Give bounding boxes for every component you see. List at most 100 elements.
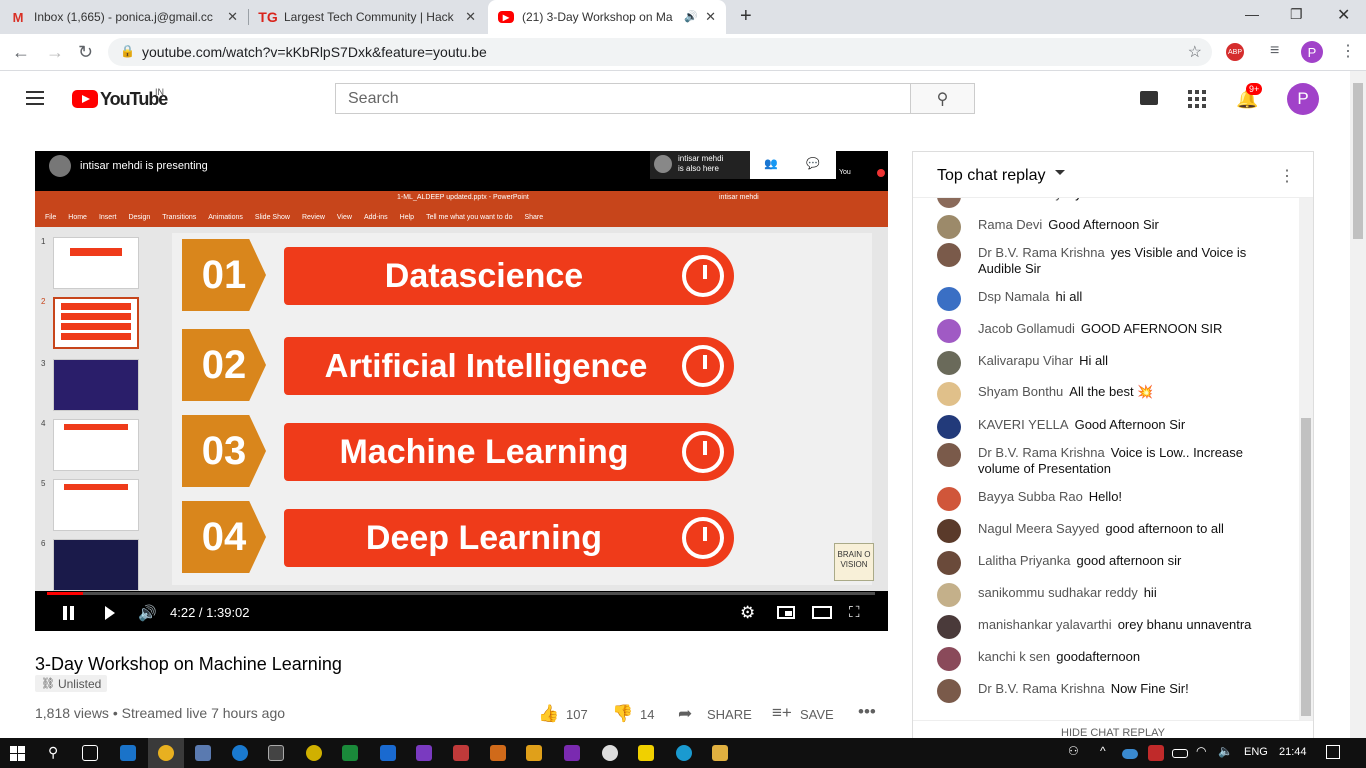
volume-icon[interactable]: 🔊 <box>138 604 157 622</box>
sticky-notes-icon[interactable] <box>638 745 654 761</box>
close-tab-icon[interactable]: ✕ <box>227 9 238 25</box>
chat-author-name[interactable]: manishankar yalavarthi <box>978 617 1112 632</box>
chat-author-name[interactable]: Dr B.V. Rama Krishna <box>978 681 1105 696</box>
share-button[interactable]: SHARE <box>707 707 752 722</box>
bookmark-star-icon[interactable]: ☆ <box>1188 42 1202 62</box>
close-tab-icon[interactable]: ✕ <box>705 9 716 25</box>
chat-author-avatar[interactable] <box>937 382 961 406</box>
ppt-menu-item[interactable]: Tell me what you want to do <box>426 214 512 221</box>
search-icon[interactable]: ⚲ <box>48 744 58 761</box>
maximize-icon[interactable]: ❐ <box>1290 6 1303 23</box>
ppt-menu-item[interactable]: Slide Show <box>255 214 290 221</box>
slide-thumbnail[interactable] <box>53 237 139 289</box>
ppt-menu-item[interactable]: File <box>45 214 56 221</box>
ppt-menu-item[interactable]: Insert <box>99 214 117 221</box>
skype-icon[interactable] <box>676 745 692 761</box>
tab-gmail[interactable]: M Inbox (1,665) - ponica.j@gmail.cc ✕ <box>0 0 248 34</box>
page-scrollbar-thumb[interactable] <box>1353 83 1363 239</box>
onedrive-icon[interactable] <box>1122 749 1138 759</box>
chat-author-name[interactable]: Mohana Sravya <box>978 198 1069 201</box>
share-icon[interactable]: ➦ <box>678 704 692 724</box>
chat-author-avatar[interactable] <box>937 287 961 311</box>
close-tab-icon[interactable]: ✕ <box>465 9 476 25</box>
cmd-icon[interactable] <box>268 745 284 761</box>
url-field[interactable]: 🔒 youtube.com/watch?v=kKbRlpS7Dxk&featur… <box>108 38 1212 66</box>
chat-author-name[interactable]: KAVERI YELLA <box>978 417 1069 432</box>
battery-icon[interactable] <box>1172 749 1188 758</box>
save-playlist-icon[interactable]: ≡+ <box>772 703 792 723</box>
tab-techgig[interactable]: TG Largest Tech Community | Hackat ✕ <box>250 0 486 34</box>
slide-thumbnail-selected[interactable] <box>53 297 139 349</box>
chat-author-name[interactable]: Dsp Namala <box>978 289 1050 304</box>
minimize-icon[interactable]: — <box>1245 6 1259 22</box>
chat-author-avatar[interactable] <box>937 351 961 375</box>
chat-author-name[interactable]: Kalivarapu Vihar <box>978 353 1073 368</box>
chat-author-name[interactable]: Nagul Meera Sayyed <box>978 521 1099 536</box>
azure-icon[interactable] <box>380 745 396 761</box>
chat-author-name[interactable]: sanikommu sudhakar reddy <box>978 585 1138 600</box>
page-scrollbar[interactable] <box>1350 71 1366 738</box>
chat-author-name[interactable]: Dr B.V. Rama Krishna <box>978 245 1105 260</box>
profile-avatar[interactable]: P <box>1301 41 1323 63</box>
ppt-menu-item[interactable]: Transitions <box>162 214 196 221</box>
speaker-icon[interactable]: 🔈 <box>1218 744 1233 758</box>
tray-chevron-up-icon[interactable]: ^ <box>1100 744 1106 758</box>
youtube-logo-icon[interactable] <box>72 90 98 108</box>
chat-author-avatar[interactable] <box>937 215 961 239</box>
chat-author-avatar[interactable] <box>937 487 961 511</box>
dislike-icon[interactable]: 👎 <box>612 704 633 724</box>
like-icon[interactable]: 👍 <box>538 704 559 724</box>
chat-bubble-icon[interactable]: 💬 <box>806 157 820 170</box>
norton-icon[interactable] <box>306 745 322 761</box>
chat-author-avatar[interactable] <box>937 243 961 267</box>
ppt-menu-item[interactable]: Share <box>524 214 543 221</box>
fullscreen-icon[interactable]: ⛶ <box>849 604 860 621</box>
slide-thumbnail[interactable] <box>53 479 139 531</box>
onenote-icon[interactable] <box>564 745 580 761</box>
chat-author-avatar[interactable] <box>937 583 961 607</box>
chat-mode-dropdown[interactable]: Top chat replay <box>937 167 1046 185</box>
media-control-icon[interactable]: ≡ <box>1270 42 1279 60</box>
git-icon[interactable] <box>453 745 469 761</box>
chat-author-avatar[interactable] <box>937 415 961 439</box>
slide-thumbnail[interactable] <box>53 539 139 591</box>
miniplayer-icon[interactable] <box>777 606 795 619</box>
chat-scrollbar[interactable] <box>1299 198 1313 720</box>
slide-thumbnail[interactable] <box>53 359 139 411</box>
slide-thumbnail[interactable] <box>53 419 139 471</box>
internet-explorer-icon[interactable] <box>232 745 248 761</box>
more-actions-icon[interactable]: ••• <box>858 702 876 722</box>
money-app-icon[interactable] <box>342 745 358 761</box>
security-icon[interactable] <box>1148 745 1164 761</box>
chat-author-avatar[interactable] <box>937 551 961 575</box>
pause-icon[interactable] <box>63 606 67 620</box>
reload-icon[interactable]: ↻ <box>78 42 93 63</box>
new-tab-icon[interactable]: + <box>740 5 752 28</box>
create-video-icon[interactable] <box>1140 91 1158 105</box>
theater-mode-icon[interactable] <box>812 606 832 619</box>
ppt-menu-item[interactable]: Design <box>128 214 150 221</box>
chat-author-avatar[interactable] <box>937 647 961 671</box>
ppt-menu-item[interactable]: Home <box>68 214 87 221</box>
speaker-icon[interactable]: 🔊 <box>684 10 698 23</box>
chat-author-avatar[interactable] <box>937 443 961 467</box>
chat-menu-kebab-icon[interactable]: ⋮ <box>1279 166 1295 186</box>
hamburger-menu-icon[interactable] <box>26 91 44 105</box>
search-button[interactable]: ⚲ <box>910 83 975 114</box>
ppt-menu-item[interactable]: View <box>337 214 352 221</box>
chat-author-avatar[interactable] <box>937 319 961 343</box>
ppt-menu-item[interactable]: Animations <box>208 214 243 221</box>
chat-author-avatar[interactable] <box>937 679 961 703</box>
save-button[interactable]: SAVE <box>800 707 834 722</box>
visual-studio-icon[interactable] <box>416 745 432 761</box>
ppt-menu-item[interactable]: Add-ins <box>364 214 388 221</box>
next-icon[interactable] <box>105 606 115 620</box>
chat-author-avatar[interactable] <box>937 615 961 639</box>
task-view-icon[interactable] <box>82 745 98 761</box>
chat-author-avatar[interactable] <box>937 519 961 543</box>
chat-author-avatar[interactable] <box>937 198 961 208</box>
adblock-extension-icon[interactable]: ABP <box>1226 43 1244 61</box>
outlook-icon[interactable] <box>120 745 136 761</box>
chat-author-name[interactable]: Shyam Bonthu <box>978 384 1063 399</box>
search-input[interactable]: Search <box>335 83 911 114</box>
